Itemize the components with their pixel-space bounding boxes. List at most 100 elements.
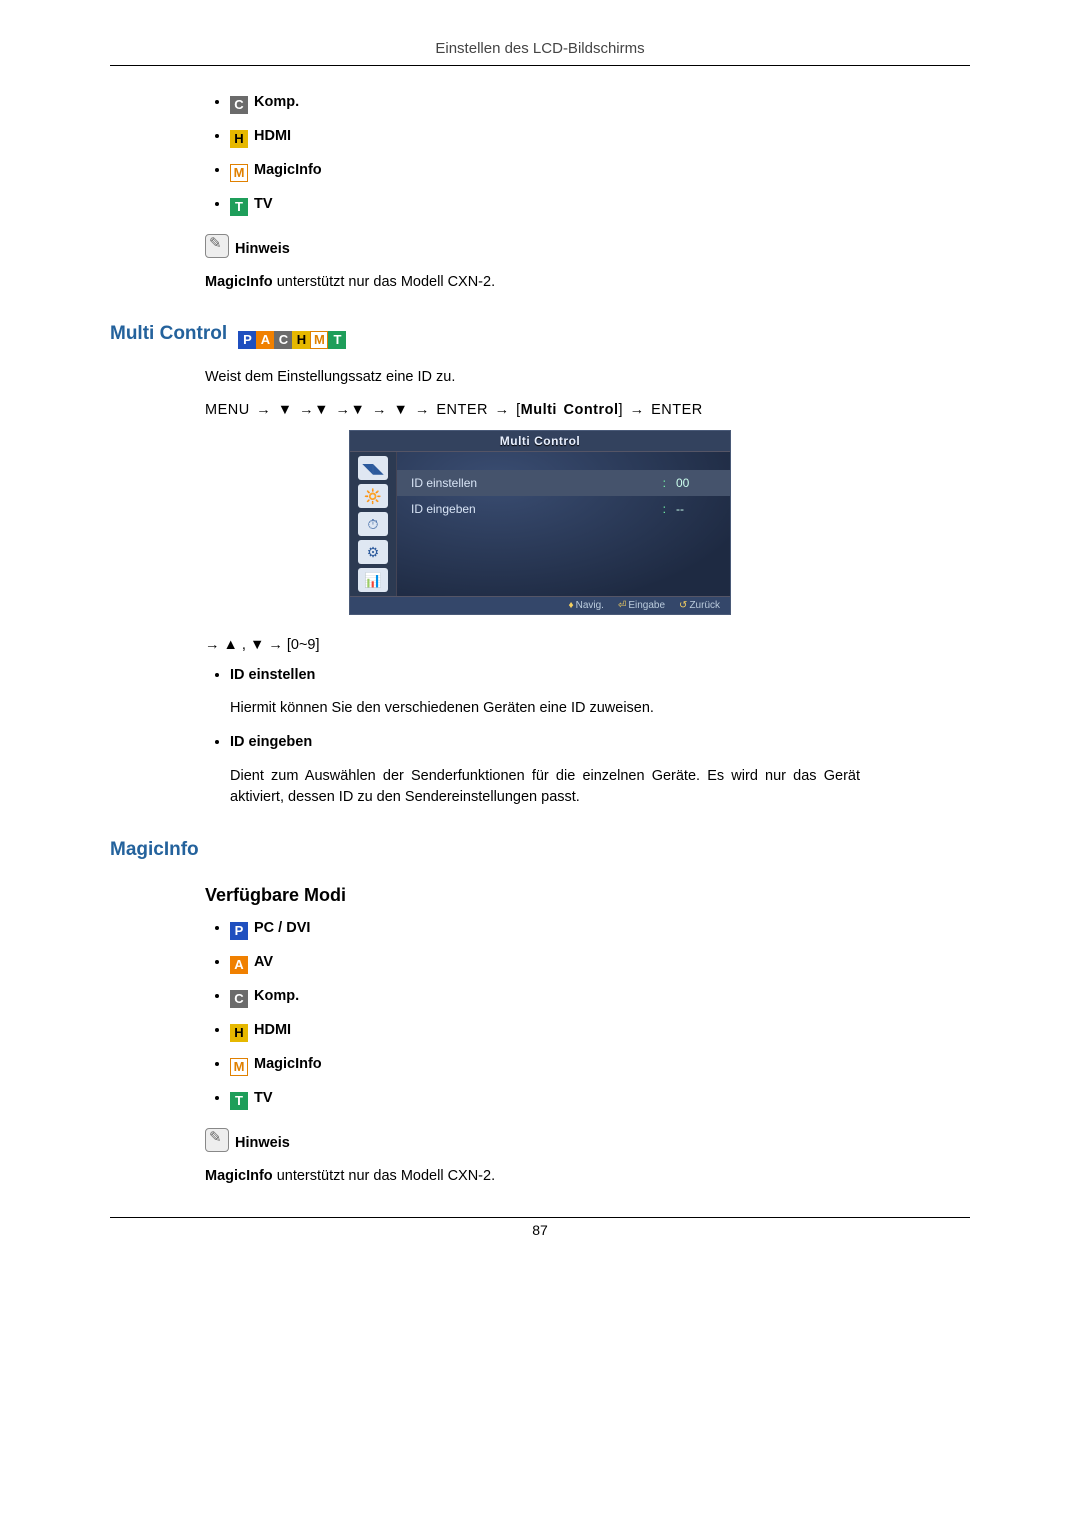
osd-title: Multi Control: [350, 431, 730, 452]
modes-list-top: C Komp. H HDMI M MagicInfo TTV: [230, 94, 970, 216]
down-arrow-icon: ▼: [393, 402, 408, 418]
down-arrow-icon: ▼: [351, 402, 366, 418]
osd-icon: ⚙: [358, 540, 388, 564]
page-number: 87: [110, 1222, 970, 1238]
multi-intro: Weist dem Einstellungssatz eine ID zu.: [205, 367, 970, 388]
osd-row: ID eingeben : --: [411, 496, 716, 522]
mode-label: TV: [254, 1090, 273, 1106]
list-item: TTV: [230, 196, 970, 216]
mode-label: PC / DVI: [254, 920, 310, 936]
option-text: Dient zum Auswählen der Senderfunktionen…: [230, 766, 860, 810]
path-seg: ]: [619, 402, 624, 418]
osd-icon: 📊: [358, 568, 388, 592]
osd-foot-label: Navig.: [576, 600, 604, 611]
list-item: HHDMI: [230, 1022, 970, 1042]
right-arrow-icon: →: [336, 402, 351, 418]
option-heading: ID einstellen: [230, 667, 315, 683]
list-item: M MagicInfo: [230, 162, 970, 182]
osd-colon: :: [663, 502, 666, 516]
badge-h-icon: H: [230, 1024, 248, 1042]
badge-m-icon: M: [230, 1058, 248, 1076]
mode-badge-strip: PACHMT: [238, 325, 346, 349]
note-rest: unterstützt nur das Modell CXN-2.: [273, 274, 495, 290]
list-item: ID eingeben: [230, 734, 970, 751]
osd-icon: ◥◣: [358, 456, 388, 480]
badge-h-icon: H: [230, 130, 248, 148]
osd-icon: ⏱: [358, 512, 388, 536]
section-title: Multi Control: [110, 323, 227, 344]
list-item: C Komp.: [230, 94, 970, 114]
section-magicinfo: MagicInfo: [110, 839, 970, 861]
rule-bottom: [110, 1217, 970, 1218]
list-item: P PC / DVI: [230, 920, 970, 940]
osd-foot-label: Zurück: [689, 600, 720, 611]
down-arrow-icon: ▼: [314, 402, 329, 418]
right-arrow-icon: →: [495, 402, 510, 418]
note-text: MagicInfo unterstützt nur das Modell CXN…: [205, 272, 970, 293]
osd-panel: Multi Control ◥◣ 🔆 ⏱ ⚙ 📊 ID einstellen :…: [349, 430, 731, 615]
osd-enter-icon: ⏎: [618, 600, 626, 611]
mode-label: MagicInfo: [254, 1056, 322, 1072]
sub-heading: Verfügbare Modi: [205, 885, 970, 906]
osd-row-label: ID eingeben: [411, 502, 663, 516]
osd-row-label: ID einstellen: [411, 476, 663, 490]
note-label: Hinweis: [235, 241, 290, 257]
path-multi-label: Multi Control: [521, 402, 619, 418]
right-arrow-icon: →: [415, 402, 430, 418]
rule-top: [110, 65, 970, 66]
osd-nav-icon: ♦: [568, 600, 573, 611]
path-seg: MENU →: [205, 402, 271, 418]
multi-options: ID einstellen: [230, 667, 970, 684]
multi-options: ID eingeben: [230, 734, 970, 751]
list-item: C Komp.: [230, 988, 970, 1008]
osd-row-selected: ID einstellen : 00: [397, 470, 730, 496]
note-bold: MagicInfo: [205, 1168, 273, 1184]
option-heading: ID eingeben: [230, 734, 312, 750]
badge-m-icon: M: [230, 164, 248, 182]
osd-side-icons: ◥◣ 🔆 ⏱ ⚙ 📊: [350, 452, 396, 596]
modes-list-bottom: PPC / DVI AAV CKomp. HHDMI MMagicInfo TT…: [230, 920, 970, 1110]
osd-row-value: --: [676, 502, 716, 516]
osd-grid: ID einstellen : 00 ID eingeben : --: [396, 452, 730, 596]
mode-label: HDMI: [254, 128, 291, 144]
note-label: Hinweis: [235, 1135, 290, 1151]
osd-back-icon: ↺: [679, 600, 687, 611]
osd-colon: :: [663, 476, 666, 490]
path-seg: ENTER: [651, 402, 703, 418]
osd-icon: 🔆: [358, 484, 388, 508]
mode-label: Komp.: [254, 988, 299, 1004]
note-icon: [205, 234, 229, 258]
menu-path: MENU → ▼ →▼ →▼ → ▼ → ENTER → [Multi Cont…: [205, 402, 970, 418]
note-text: MagicInfo unterstützt nur das Modell CXN…: [205, 1166, 970, 1187]
badge-h-icon: H: [292, 331, 310, 349]
list-item: T TV: [230, 1090, 970, 1110]
note-rest: unterstützt nur das Modell CXN-2.: [273, 1168, 495, 1184]
badge-t-icon: T: [230, 1092, 248, 1110]
list-item: H HDMI: [230, 128, 970, 148]
note-heading: Hinweis: [205, 234, 970, 258]
mode-label: Komp.: [254, 94, 299, 110]
page-header: Einstellen des LCD-Bildschirms: [110, 40, 970, 63]
badge-c-icon: C: [230, 990, 248, 1008]
badge-c-icon: C: [230, 96, 248, 114]
section-multi-control: Multi Control PACHMT: [110, 323, 970, 349]
note-heading: Hinweis: [205, 1128, 970, 1152]
badge-p-icon: P: [230, 922, 248, 940]
path-seg: ENTER: [436, 402, 488, 418]
option-text: Hiermit können Sie den verschiedenen Ger…: [230, 698, 860, 720]
badge-c-icon: C: [274, 331, 292, 349]
badge-p-icon: P: [238, 331, 256, 349]
arrows-range-line: → ▲ , ▼ → [0~9]: [205, 637, 970, 653]
down-arrow-icon: ▼: [278, 402, 293, 418]
right-arrow-icon: →: [372, 402, 387, 418]
mode-label: AV: [254, 954, 273, 970]
list-item: ID einstellen: [230, 667, 970, 684]
badge-a-icon: A: [256, 331, 274, 349]
right-arrow-icon: →: [299, 402, 314, 418]
note-icon: [205, 1128, 229, 1152]
osd-footer: ♦Navig. ⏎Eingabe ↺Zurück: [350, 596, 730, 614]
mode-label: MagicInfo: [254, 162, 322, 178]
right-arrow-icon: →: [630, 402, 645, 418]
badge-t-icon: T: [230, 198, 248, 216]
list-item: M MagicInfo: [230, 1056, 970, 1076]
